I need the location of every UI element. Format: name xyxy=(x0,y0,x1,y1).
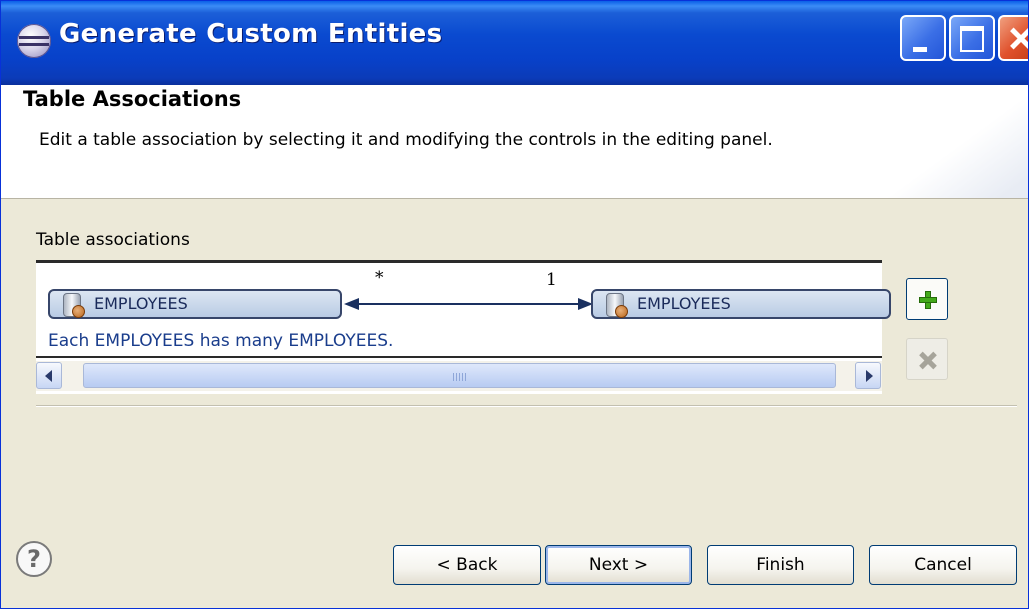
wizard-header: Table Associations Edit a table associat… xyxy=(1,85,1028,199)
cancel-button[interactable]: Cancel xyxy=(869,545,1017,585)
target-table-name: EMPLOYEES xyxy=(637,294,731,313)
scrollbar-thumb[interactable] xyxy=(83,363,836,388)
title-bar[interactable]: Generate Custom Entities xyxy=(1,1,1028,85)
scroll-left-button[interactable] xyxy=(36,362,62,389)
add-association-button[interactable] xyxy=(906,278,948,320)
grip-icon xyxy=(453,373,467,381)
dialog-window: Generate Custom Entities Table Associati… xyxy=(0,0,1029,609)
remove-association-button[interactable] xyxy=(906,338,948,380)
window-title: Generate Custom Entities xyxy=(59,19,443,49)
database-table-icon xyxy=(606,293,628,318)
help-icon[interactable]: ? xyxy=(16,541,52,577)
next-button[interactable]: Next > xyxy=(545,545,692,585)
page-description: Edit a table association by selecting it… xyxy=(39,130,773,150)
minimize-button[interactable] xyxy=(900,15,946,61)
maximize-button[interactable] xyxy=(949,15,995,61)
panel-divider xyxy=(36,356,882,358)
close-button[interactable] xyxy=(998,15,1028,61)
eclipse-icon xyxy=(17,24,51,58)
association-description[interactable]: Each EMPLOYEES has many EMPLOYEES. xyxy=(48,331,393,351)
plus-icon xyxy=(919,291,937,309)
left-arrowhead xyxy=(344,298,359,310)
horizontal-scrollbar[interactable] xyxy=(36,361,882,391)
scroll-right-button[interactable] xyxy=(855,362,881,389)
back-button[interactable]: < Back xyxy=(393,545,541,585)
associations-label: Table associations xyxy=(36,230,190,250)
finish-button[interactable]: Finish xyxy=(707,545,854,585)
target-table-box[interactable]: EMPLOYEES xyxy=(591,289,891,319)
delete-x-icon xyxy=(918,350,938,370)
content-separator xyxy=(36,405,1017,407)
page-title: Table Associations xyxy=(23,87,242,111)
